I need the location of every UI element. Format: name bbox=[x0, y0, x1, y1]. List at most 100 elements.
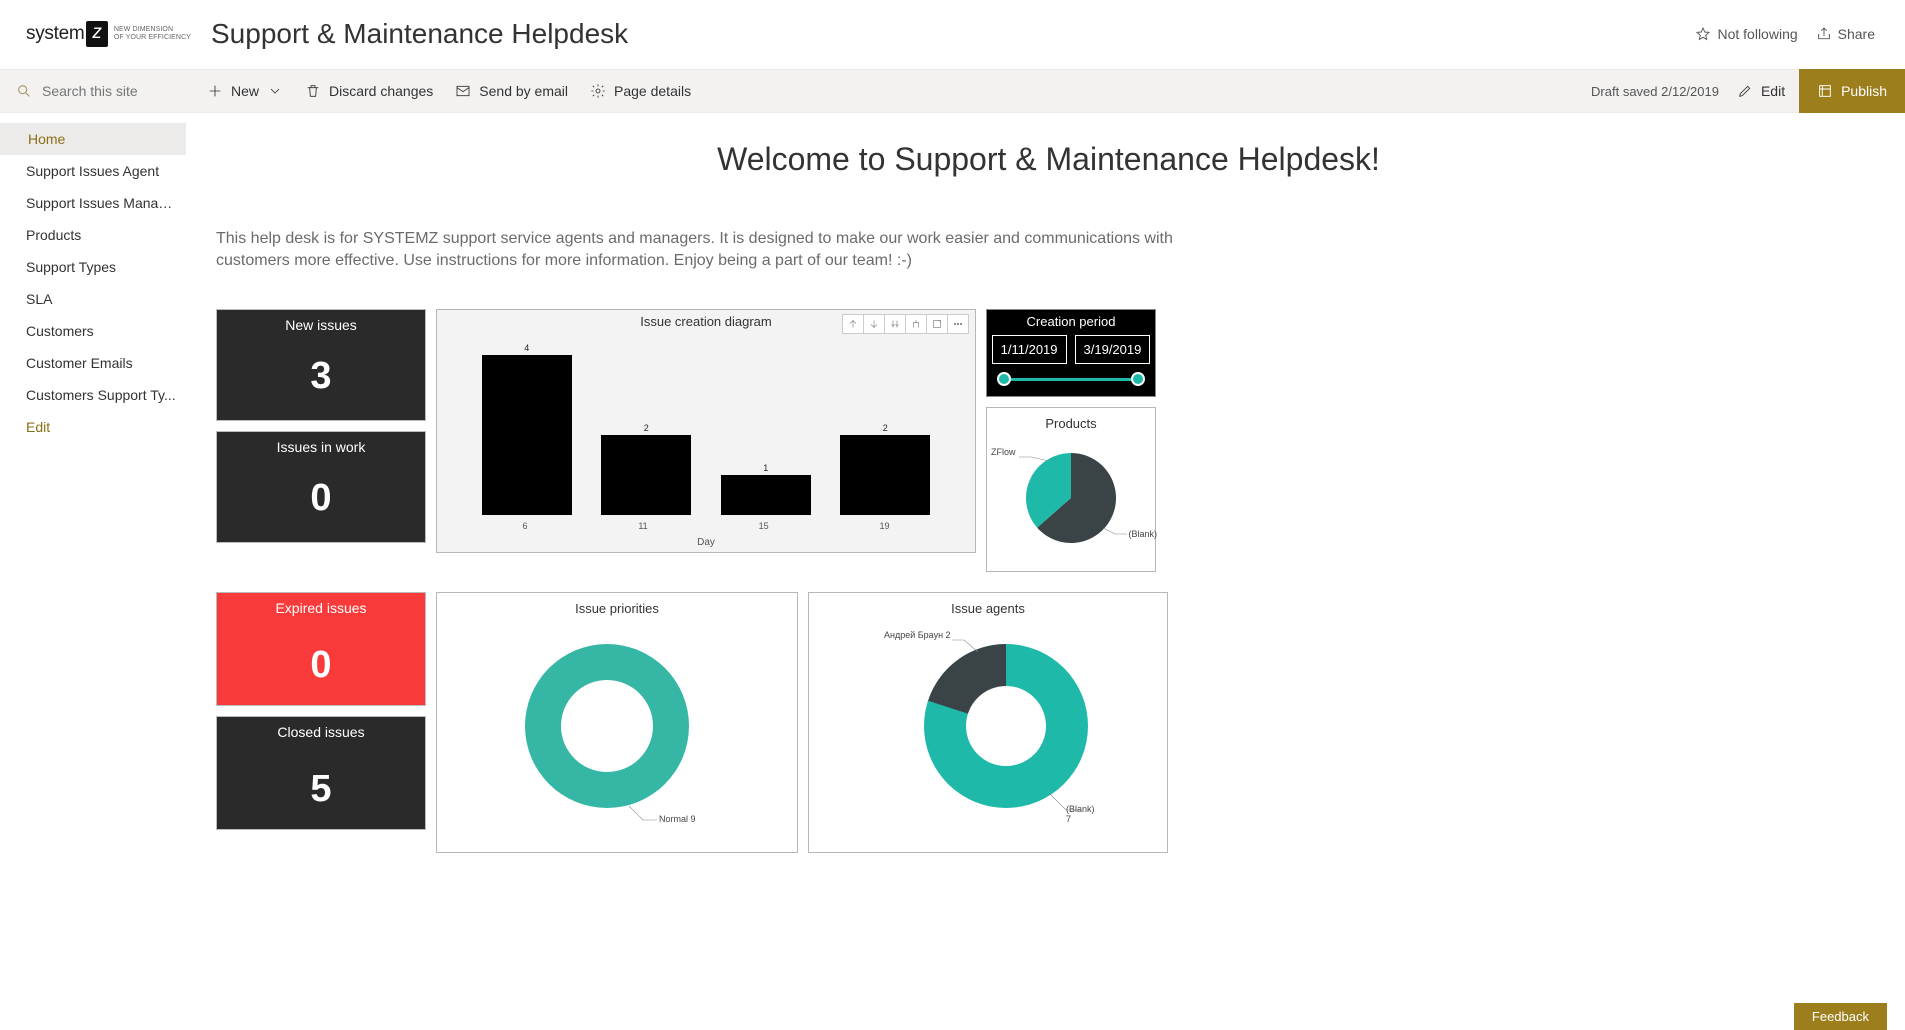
products-label-zflow: ZFlow bbox=[991, 447, 1016, 457]
draft-status: Draft saved 2/12/2019 bbox=[1591, 84, 1719, 99]
kpi-in-work-title: Issues in work bbox=[221, 439, 421, 455]
logo-word: system bbox=[26, 23, 84, 45]
agents-label-blank: (Blank) 7 bbox=[1066, 804, 1098, 824]
slider-track bbox=[1001, 378, 1141, 381]
kpi-new-issues-value: 3 bbox=[221, 355, 421, 398]
sidebar-item-home[interactable]: Home bbox=[0, 123, 186, 155]
sidebar-item-sla[interactable]: SLA bbox=[0, 283, 186, 315]
feedback-button[interactable]: Feedback bbox=[1794, 1003, 1887, 1030]
bar-category-label: 19 bbox=[879, 521, 889, 531]
bar-column[interactable]: 4 bbox=[482, 343, 572, 515]
main-content: Welcome to Support & Maintenance Helpdes… bbox=[186, 113, 1905, 893]
search-box[interactable] bbox=[0, 83, 186, 99]
kpi-expired-value: 0 bbox=[221, 644, 421, 687]
edit-button[interactable]: Edit bbox=[1737, 83, 1785, 99]
creation-period-card[interactable]: Creation period 1/11/2019 3/19/2019 bbox=[986, 309, 1156, 397]
period-to-input[interactable]: 3/19/2019 bbox=[1075, 335, 1151, 364]
publish-label: Publish bbox=[1841, 83, 1887, 99]
period-slider[interactable] bbox=[997, 372, 1145, 386]
slider-handle-right[interactable] bbox=[1131, 372, 1145, 386]
logo-letter: z bbox=[86, 21, 108, 47]
kpi-in-work-value: 0 bbox=[221, 477, 421, 520]
search-input[interactable] bbox=[42, 83, 162, 99]
pencil-icon bbox=[1737, 83, 1753, 99]
sidebar-item-customers-support-types[interactable]: Customers Support Ty... bbox=[0, 379, 186, 411]
kpi-closed-title: Closed issues bbox=[221, 724, 421, 740]
bar-category-label: 6 bbox=[522, 521, 527, 531]
sidebar-edit-link[interactable]: Edit bbox=[0, 411, 186, 443]
star-icon bbox=[1695, 26, 1711, 42]
site-header: system z NEW DIMENSION OF YOUR EFFICIENC… bbox=[0, 0, 1905, 69]
bar-value-label: 4 bbox=[524, 343, 529, 353]
gear-icon bbox=[590, 83, 606, 99]
discard-icon bbox=[305, 83, 321, 99]
logo-tagline-line2: OF YOUR EFFICIENCY bbox=[114, 34, 191, 41]
kpi-in-work[interactable]: Issues in work 0 bbox=[216, 431, 426, 543]
kpi-expired[interactable]: Expired issues 0 bbox=[216, 592, 426, 706]
bar bbox=[721, 475, 811, 515]
kpi-new-issues[interactable]: New issues 3 bbox=[216, 309, 426, 421]
discard-label: Discard changes bbox=[329, 83, 433, 99]
not-following-label: Not following bbox=[1717, 26, 1797, 42]
new-label: New bbox=[231, 83, 259, 99]
sidebar-item-support-issues-manager[interactable]: Support Issues Manag... bbox=[0, 187, 186, 219]
new-button[interactable]: New bbox=[207, 83, 283, 99]
sidebar-item-support-types[interactable]: Support Types bbox=[0, 251, 186, 283]
products-chart[interactable]: Products ZFlow (Blank) bbox=[986, 407, 1156, 572]
send-email-button[interactable]: Send by email bbox=[455, 83, 568, 99]
edit-label: Edit bbox=[1761, 83, 1785, 99]
chevron-down-icon bbox=[267, 83, 283, 99]
issue-creation-chart[interactable]: Issue creation diagram 4212 6111519 Day bbox=[436, 309, 976, 553]
logo-tagline-line1: NEW DIMENSION bbox=[114, 26, 173, 33]
kpi-closed-value: 5 bbox=[221, 768, 421, 811]
sidebar-item-customers[interactable]: Customers bbox=[0, 315, 186, 347]
agents-label-andrey: Андрей Браун 2 bbox=[884, 630, 951, 640]
sidebar-item-customer-emails[interactable]: Customer Emails bbox=[0, 347, 186, 379]
kpi-closed[interactable]: Closed issues 5 bbox=[216, 716, 426, 830]
logo-tagline: NEW DIMENSION OF YOUR EFFICIENCY bbox=[114, 26, 191, 41]
search-icon bbox=[16, 83, 32, 99]
issue-priorities-title: Issue priorities bbox=[441, 597, 793, 618]
bar-chart-xlabel: Day bbox=[437, 537, 975, 552]
page-details-label: Page details bbox=[614, 83, 691, 99]
page-title: Welcome to Support & Maintenance Helpdes… bbox=[216, 141, 1881, 178]
products-label-blank: (Blank) bbox=[1128, 529, 1157, 539]
site-logo[interactable]: system z NEW DIMENSION OF YOUR EFFICIENC… bbox=[26, 21, 191, 47]
not-following-button[interactable]: Not following bbox=[1695, 26, 1797, 42]
issue-priorities-chart[interactable]: Issue priorities Normal 9 bbox=[436, 592, 798, 853]
bar-value-label: 2 bbox=[883, 423, 888, 433]
issue-agents-chart[interactable]: Issue agents Андрей Браун 2 (Blank) 7 bbox=[808, 592, 1168, 853]
kpi-new-issues-title: New issues bbox=[221, 317, 421, 333]
kpi-expired-title: Expired issues bbox=[221, 600, 421, 616]
page-details-button[interactable]: Page details bbox=[590, 83, 691, 99]
priorities-label-normal: Normal 9 bbox=[659, 814, 696, 824]
slider-handle-left[interactable] bbox=[997, 372, 1011, 386]
publish-icon bbox=[1817, 83, 1833, 99]
bar-value-label: 2 bbox=[644, 423, 649, 433]
bar-column[interactable]: 1 bbox=[721, 463, 811, 515]
bar bbox=[601, 435, 691, 515]
plus-icon bbox=[207, 83, 223, 99]
side-nav: Home Support Issues Agent Support Issues… bbox=[0, 113, 186, 893]
mail-icon bbox=[455, 83, 471, 99]
publish-button[interactable]: Publish bbox=[1799, 69, 1905, 113]
command-bar: New Discard changes Send by email Page d… bbox=[0, 69, 1905, 113]
bar bbox=[840, 435, 930, 515]
discard-button[interactable]: Discard changes bbox=[305, 83, 433, 99]
share-label: Share bbox=[1838, 26, 1875, 42]
bar-column[interactable]: 2 bbox=[840, 423, 930, 515]
sidebar-item-products[interactable]: Products bbox=[0, 219, 186, 251]
bar-value-label: 1 bbox=[763, 463, 768, 473]
bar bbox=[482, 355, 572, 515]
share-button[interactable]: Share bbox=[1816, 26, 1875, 42]
bar-category-label: 15 bbox=[759, 521, 769, 531]
sidebar-item-support-issues-agent[interactable]: Support Issues Agent bbox=[0, 155, 186, 187]
bar-chart-area: 4212 6111519 bbox=[447, 331, 965, 537]
site-title[interactable]: Support & Maintenance Helpdesk bbox=[211, 18, 628, 50]
products-chart-title: Products bbox=[991, 412, 1151, 433]
send-email-label: Send by email bbox=[479, 83, 568, 99]
period-from-input[interactable]: 1/11/2019 bbox=[992, 335, 1067, 364]
creation-period-title: Creation period bbox=[993, 314, 1149, 329]
page-description: This help desk is for SYSTEMZ support se… bbox=[216, 228, 1196, 273]
bar-column[interactable]: 2 bbox=[601, 423, 691, 515]
